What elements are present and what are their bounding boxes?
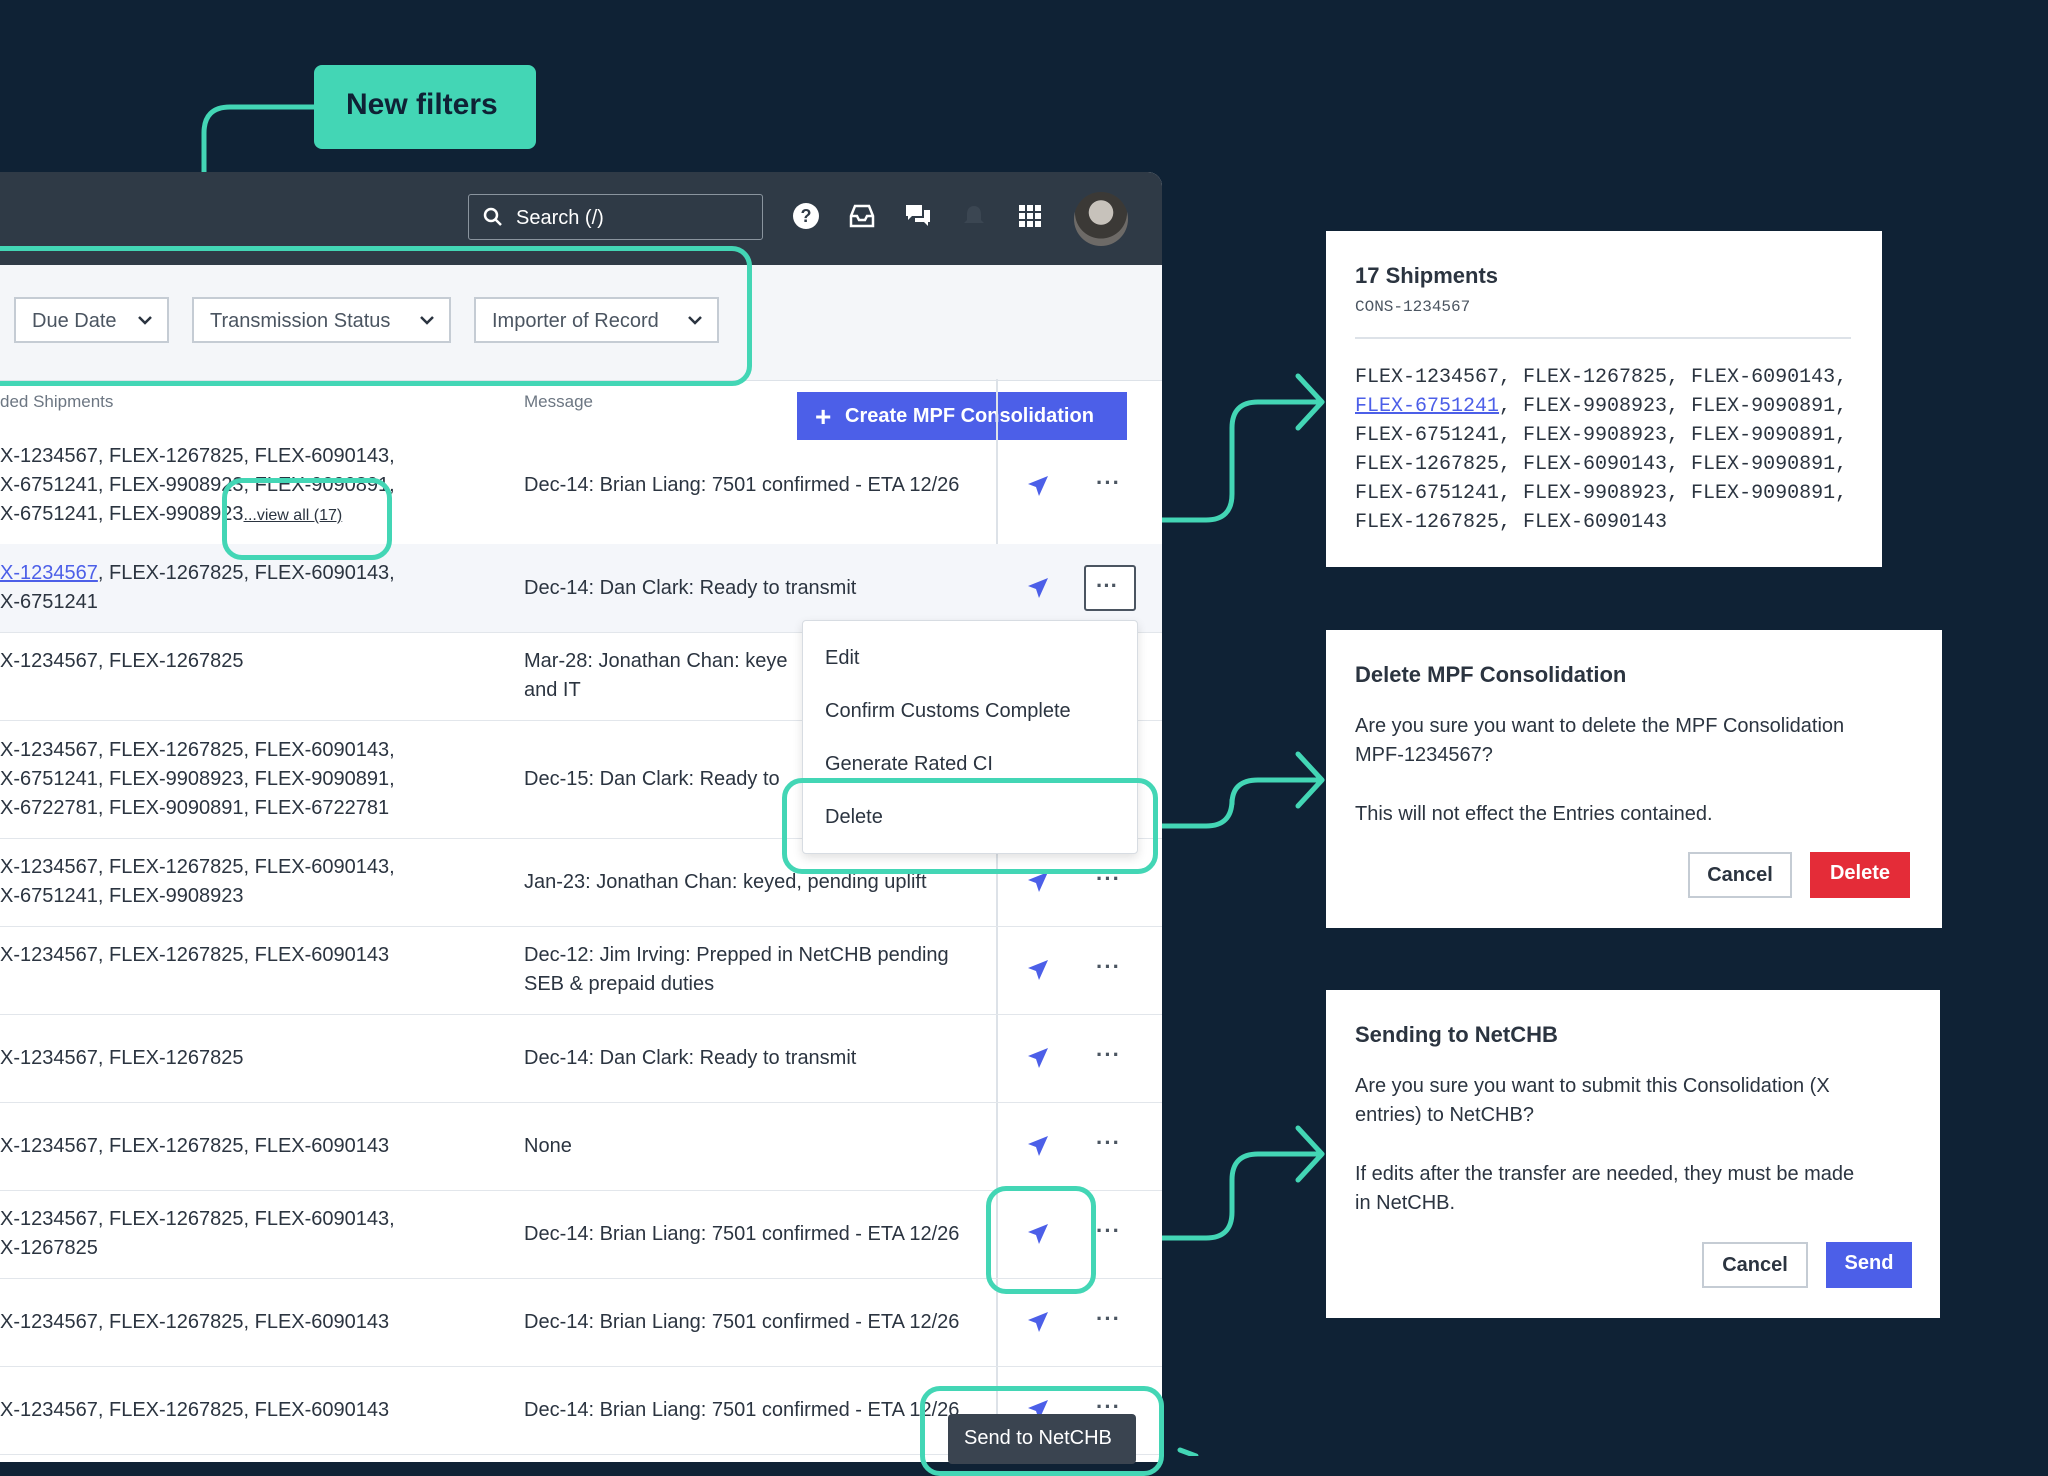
send-dialog-body: Are you sure you want to submit this Con… [1355,1075,1830,1126]
inbox-icon[interactable] [848,202,876,230]
new-filters-callout: New filters [314,65,536,149]
create-button-label: Create MPF Consolidation [845,405,1094,427]
row-message: Dec-14: Dan Clark: Ready to transmit [524,1047,857,1069]
row-message: None [524,1135,572,1157]
row-message: Dec-15: Dan Clark: Ready to [524,768,780,790]
shipment-list-line: FLEX-1234567, FLEX-1267825, FLEX-6090143… [1355,366,1848,389]
callout-label: New filters [346,88,498,121]
tooltip-highlight [920,1386,1164,1476]
table-row[interactable]: X-1234567, FLEX-1267825, FLEX-6090143 Non… [0,1102,1162,1191]
search-placeholder: Search (/) [516,207,604,229]
apps-grid-icon[interactable] [1016,202,1044,230]
send-icon[interactable] [1026,1310,1050,1334]
search-icon [483,207,502,226]
row-actions-button[interactable]: ··· [1096,470,1121,496]
send-dialog: Sending to NetCHB Are you sure you want … [1326,990,1940,1318]
row-message: Dec-14: Brian Liang: 7501 confirmed - ET… [524,474,960,496]
row-actions-button[interactable]: ··· [1096,1218,1121,1244]
shipment-list-lines: FLEX-6751241, FLEX-9908923, FLEX-9090891… [1355,424,1848,534]
row-shipments: X-1234567, FLEX-1267825, FLEX-6090143, X… [0,739,395,819]
filters-highlight [0,246,752,386]
cancel-button[interactable]: Cancel [1688,852,1792,898]
row-message: Dec-14: Dan Clark: Ready to transmit [524,577,857,599]
row-shipments: X-1234567, FLEX-1267825 [0,1047,244,1069]
menu-item-generate-rated-ci[interactable]: Generate Rated CI [825,753,993,776]
ellipsis-icon: ··· [1096,573,1118,598]
table-row[interactable]: X-1234567, FLEX-1267825, FLEX-6090143 Dec… [0,926,1162,1015]
divider [1355,337,1851,339]
row-message: Mar-28: Jonathan Chan: keye and IT [524,650,788,701]
shipment-link[interactable]: FLEX-6751241 [1355,395,1499,418]
delete-confirm-button[interactable]: Delete [1810,852,1910,898]
send-dialog-note: If edits after the transfer are needed, … [1355,1163,1855,1214]
cancel-button[interactable]: Cancel [1702,1242,1808,1288]
help-icon[interactable]: ? [792,202,820,230]
send-icon[interactable] [1026,1134,1050,1158]
menu-item-confirm-customs-complete[interactable]: Confirm Customs Complete [825,700,1071,723]
table-row[interactable]: X-1234567, FLEX-1267825, FLEX-6090143 Dec… [0,1278,1162,1367]
send-icon[interactable] [1026,1046,1050,1070]
send-confirm-button[interactable]: Send [1826,1242,1912,1288]
row-shipments: X-1234567, FLEX-1267825, FLEX-6090143, X… [0,856,395,907]
row-shipments: X-1234567, FLEX-1267825, FLEX-6090143 [0,1135,390,1157]
view-all-highlight [222,478,392,560]
table-row[interactable]: X-1234567, FLEX-1267825, FLEX-6090143, X… [0,427,1162,545]
row-actions-button[interactable]: ··· [1096,1042,1121,1068]
column-header-message: Message [524,392,593,411]
delete-dialog-body: Are you sure you want to delete the MPF … [1355,715,1845,766]
menu-item-edit[interactable]: Edit [825,647,859,670]
row-actions-button[interactable]: ··· [1096,954,1121,980]
row-shipments: X-1234567, FLEX-1267825, FLEX-6090143 [0,1311,390,1333]
delete-highlight [782,778,1158,874]
row-message: Dec-14: Brian Liang: 7501 confirmed - ET… [524,1311,960,1333]
shipment-link[interactable]: X-1234567 [0,562,98,584]
row-actions-button-active[interactable]: ··· [1084,565,1136,611]
send-highlight [986,1186,1096,1294]
row-message: Dec-12: Jim Irving: Prepped in NetCHB pe… [524,944,949,995]
delete-dialog-note: This will not effect the Entries contain… [1355,803,1713,825]
table-row[interactable]: X-1234567, FLEX-1267825 Dec-14: Dan Clark… [0,1014,1162,1103]
send-dialog-title: Sending to NetCHB [1355,1022,1558,1047]
column-header-shipments: ded Shipments [0,392,114,411]
delete-dialog: Delete MPF Consolidation Are you sure yo… [1326,630,1942,928]
row-shipments: X-1234567, FLEX-1267825, FLEX-6090143 [0,1399,390,1421]
send-icon[interactable] [1026,474,1050,498]
row-actions-button[interactable]: ··· [1096,1306,1121,1332]
delete-dialog-title: Delete MPF Consolidation [1355,662,1627,687]
shipments-card: 17 Shipments CONS-1234567 FLEX-1234567, … [1326,231,1882,567]
chat-icon[interactable] [904,202,932,230]
row-message: Dec-14: Brian Liang: 7501 confirmed - ET… [524,1399,960,1421]
shipment-list-line: , FLEX-9908923, FLEX-9090891, [1499,395,1848,418]
shipments-card-title: 17 Shipments [1355,263,1499,288]
row-shipments: X-1234567, FLEX-1267825, FLEX-6090143, X… [0,559,395,617]
avatar[interactable] [1074,192,1128,246]
bell-icon[interactable] [960,202,988,230]
row-shipments: X-1234567, FLEX-1267825 [0,650,244,672]
row-shipments: X-1234567, FLEX-1267825, FLEX-6090143, X… [0,1208,395,1259]
row-message: Dec-14: Brian Liang: 7501 confirmed - ET… [524,1223,960,1245]
row-actions-button[interactable]: ··· [1096,1130,1121,1156]
svg-text:?: ? [801,206,812,226]
row-shipments: X-1234567, FLEX-1267825, FLEX-6090143 [0,944,390,966]
send-icon[interactable] [1026,576,1050,600]
send-icon[interactable] [1026,958,1050,982]
search-input[interactable]: Search (/) [468,194,763,240]
consolidation-id: CONS-1234567 [1355,298,1471,316]
